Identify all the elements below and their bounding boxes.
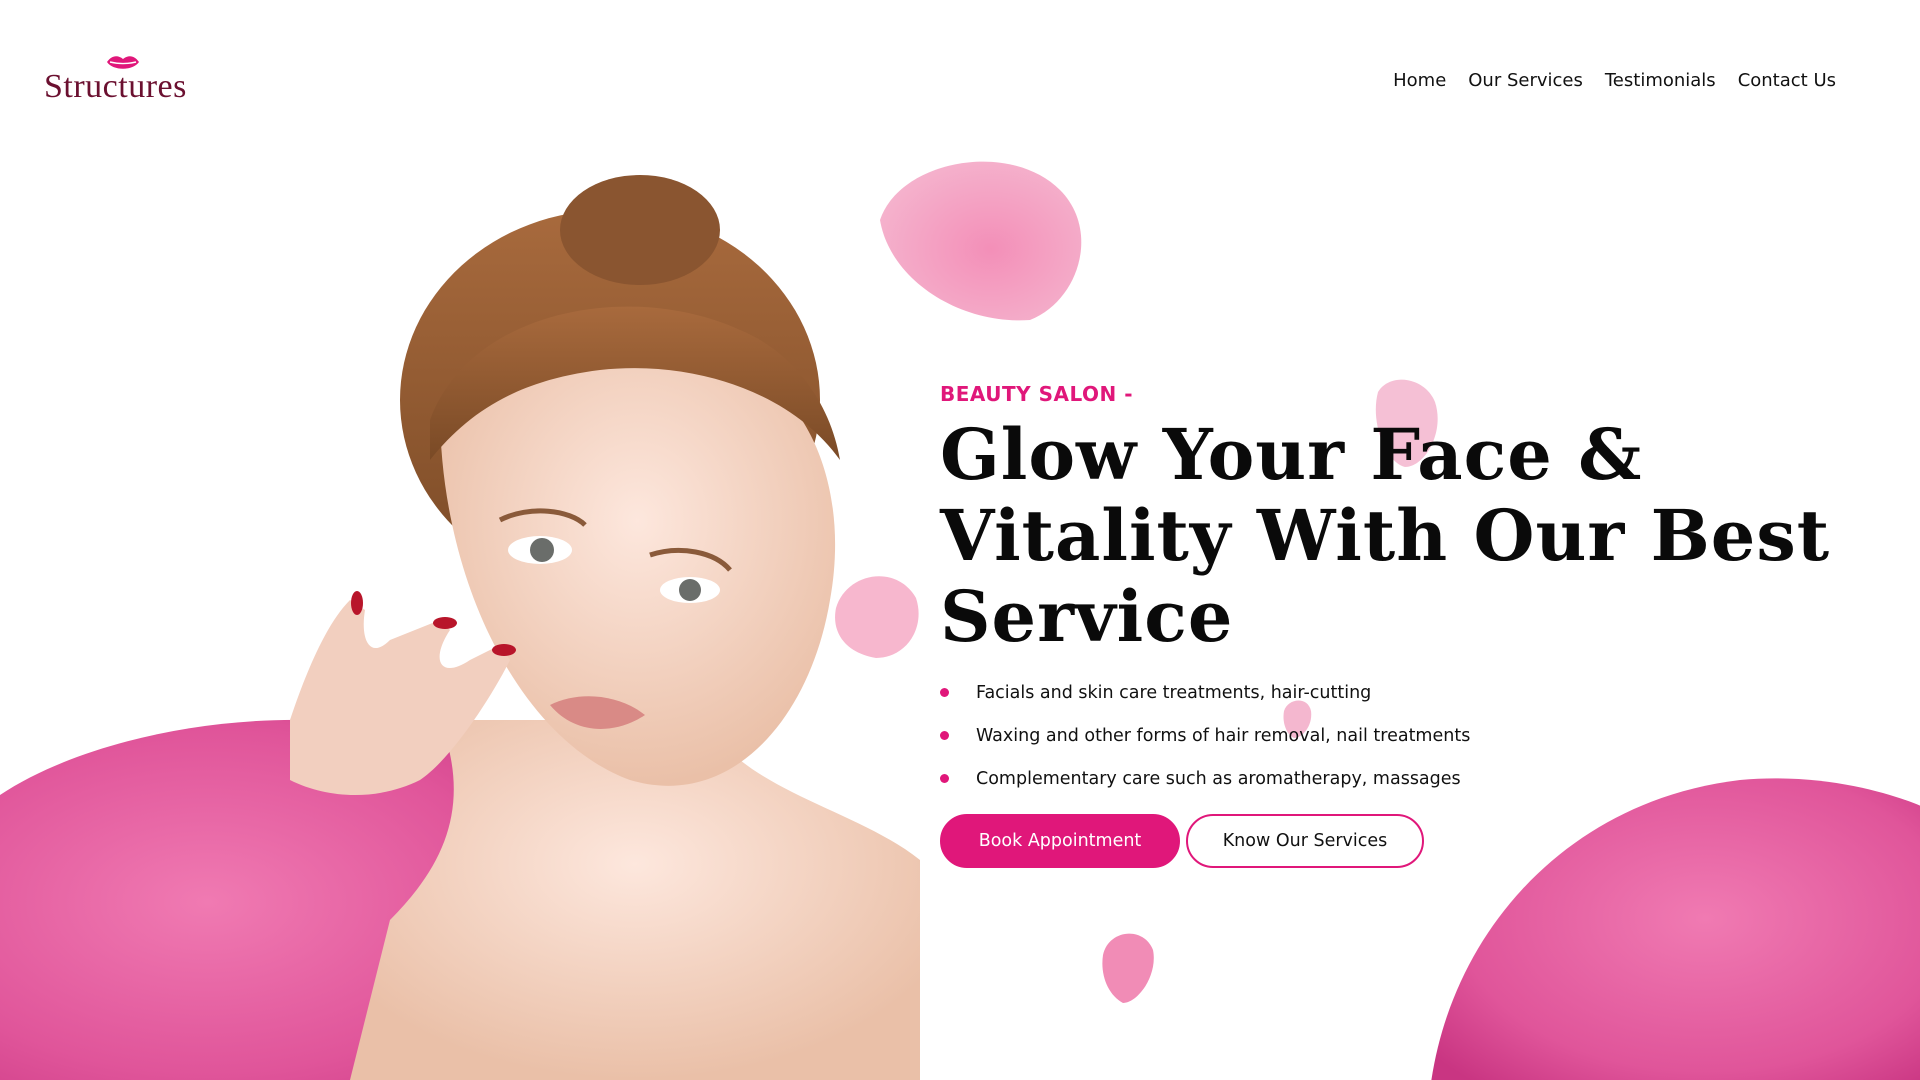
hero-buttons: Book Appointment Know Our Services [940, 814, 1840, 868]
landing-page: Structures Home Our Services Testimonial… [0, 0, 1920, 1080]
feature-text: Complementary care such as aromatherapy,… [976, 769, 1461, 789]
feature-item: Complementary care such as aromatherapy,… [940, 765, 1840, 808]
brand-name: Structures [44, 68, 187, 105]
feature-text: Facials and skin care treatments, hair-c… [976, 683, 1372, 703]
floating-petal-image [1102, 933, 1154, 1003]
nav-our-services[interactable]: Our Services [1468, 70, 1583, 91]
headline-line: Vitality With Our Best [940, 494, 1831, 577]
know-our-services-button[interactable]: Know Our Services [1186, 814, 1424, 868]
headline-line: Service [940, 575, 1234, 658]
hero-section: BEAUTY SALON - Glow Your Face & Vitality… [940, 382, 1840, 868]
bullet-dot-icon [940, 731, 949, 740]
nav-home[interactable]: Home [1393, 70, 1446, 91]
nav-contact-us[interactable]: Contact Us [1738, 70, 1836, 91]
bullet-dot-icon [940, 688, 949, 697]
hero-headline: Glow Your Face & Vitality With Our Best … [940, 414, 1840, 657]
feature-item: Facials and skin care treatments, hair-c… [940, 679, 1840, 722]
floating-petal-image [880, 161, 1082, 321]
feature-text: Waxing and other forms of hair removal, … [976, 726, 1471, 746]
hero-eyebrow: BEAUTY SALON - [940, 382, 1134, 406]
headline-line: Glow Your Face & [940, 413, 1643, 496]
brand-logo[interactable]: Structures [44, 54, 214, 110]
book-appointment-button[interactable]: Book Appointment [940, 814, 1180, 868]
nav-testimonials[interactable]: Testimonials [1605, 70, 1716, 91]
bullet-dot-icon [940, 774, 949, 783]
floating-petal-image [835, 576, 919, 658]
feature-item: Waxing and other forms of hair removal, … [940, 722, 1840, 765]
feature-list: Facials and skin care treatments, hair-c… [940, 679, 1840, 808]
main-nav: Home Our Services Testimonials Contact U… [1393, 70, 1836, 91]
